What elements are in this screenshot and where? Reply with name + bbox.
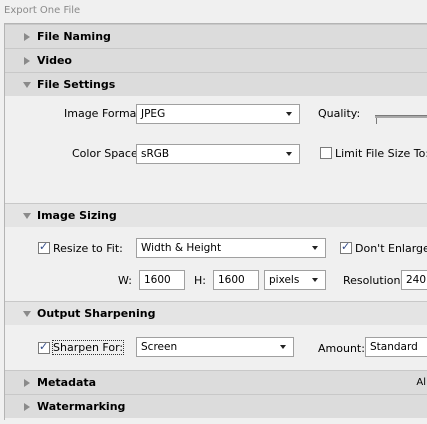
quality-slider[interactable] (375, 115, 427, 118)
chevron-down-icon (286, 112, 292, 116)
size-unit-dropdown[interactable]: pixels (264, 270, 326, 290)
resolution-label: Resolution: (343, 274, 405, 287)
section-metadata[interactable]: Metadata Al (5, 370, 427, 394)
image-format-label: Image Format: (64, 107, 145, 120)
section-video[interactable]: Video (5, 48, 427, 72)
expand-triangle-icon (24, 402, 30, 411)
collapse-triangle-icon (23, 212, 31, 219)
expand-triangle-icon (24, 32, 30, 41)
section-label: Output Sharpening (37, 307, 156, 320)
color-space-value: sRGB (141, 148, 170, 160)
section-label: Watermarking (37, 400, 126, 413)
amount-value: Standard (370, 341, 418, 353)
resize-to-fit-checkbox[interactable] (38, 240, 50, 254)
section-label: File Naming (37, 30, 111, 43)
sharpen-for-value: Screen (141, 341, 178, 353)
section-watermarking[interactable]: Watermarking (5, 394, 427, 418)
amount-dropdown[interactable]: Standard (365, 337, 427, 357)
limit-file-size-label: Limit File Size To: (335, 147, 427, 160)
window-title: Export One File (4, 5, 81, 16)
quality-slider-tick (376, 118, 377, 124)
sharpen-for-checkbox[interactable] (38, 340, 50, 354)
quality-label: Quality: (318, 107, 361, 120)
expand-triangle-icon (24, 56, 30, 65)
dont-enlarge-label: Don't Enlarge (355, 242, 427, 255)
section-file-settings[interactable]: File Settings (5, 72, 427, 96)
export-settings-panel: File Naming Video File Settings Image Fo… (4, 23, 427, 420)
metadata-summary-text: Al (416, 377, 426, 388)
color-space-label: Color Space: (72, 147, 142, 160)
width-label: W: (118, 274, 132, 287)
section-file-naming[interactable]: File Naming (5, 24, 427, 48)
chevron-down-icon (312, 278, 318, 282)
section-output-sharpening[interactable]: Output Sharpening (5, 301, 427, 325)
resolution-input[interactable]: 240 (401, 270, 427, 290)
chevron-down-icon (312, 246, 318, 250)
chevron-down-icon (286, 152, 292, 156)
section-label: Image Sizing (37, 209, 117, 222)
amount-label: Amount: (318, 342, 365, 355)
sharpen-for-label: Sharpen For: (51, 340, 125, 355)
expand-triangle-icon (24, 378, 30, 387)
resize-mode-dropdown[interactable]: Width & Height (136, 238, 326, 258)
height-label: H: (194, 274, 206, 287)
section-label: File Settings (37, 78, 116, 91)
sharpen-for-dropdown[interactable]: Screen (136, 337, 294, 357)
color-space-dropdown[interactable]: sRGB (136, 144, 300, 164)
resize-mode-value: Width & Height (141, 242, 222, 254)
height-input[interactable]: 1600 (213, 270, 259, 290)
limit-file-size-checkbox[interactable] (320, 147, 332, 159)
section-image-sizing[interactable]: Image Sizing (5, 203, 427, 227)
image-format-value: JPEG (141, 108, 166, 120)
size-unit-value: pixels (269, 274, 300, 286)
resize-to-fit-label: Resize to Fit: (53, 242, 123, 255)
collapse-triangle-icon (23, 81, 31, 88)
section-label: Metadata (37, 376, 97, 389)
image-format-dropdown[interactable]: JPEG (136, 104, 300, 124)
dont-enlarge-checkbox[interactable] (340, 240, 352, 254)
section-label: Video (37, 54, 72, 67)
chevron-down-icon (280, 345, 286, 349)
collapse-triangle-icon (23, 310, 31, 317)
width-input[interactable]: 1600 (139, 270, 185, 290)
